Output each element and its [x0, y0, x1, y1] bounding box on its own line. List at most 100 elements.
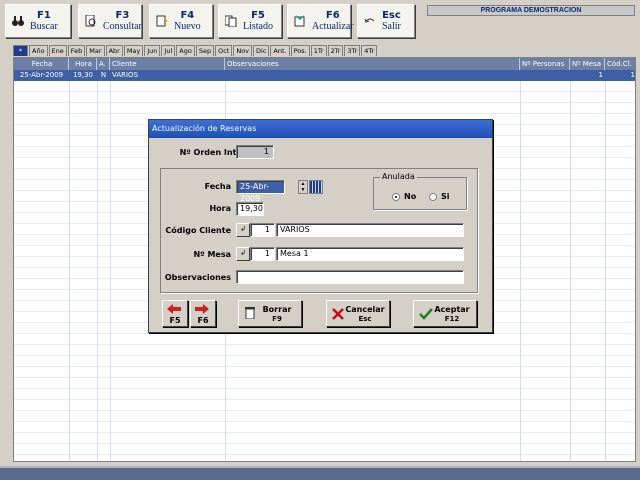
- observaciones-label: Observaciones: [164, 273, 231, 282]
- cell-cliente: VARIOS: [112, 71, 139, 79]
- previous-button[interactable]: F5: [162, 300, 188, 327]
- grid-divider: [110, 70, 111, 461]
- buscar-label: Buscar: [30, 21, 58, 32]
- anulada-si-label: Si: [441, 192, 450, 201]
- cell-personas: [520, 70, 570, 81]
- buscar-key: F1: [36, 10, 51, 21]
- aceptar-key: F12: [444, 315, 460, 323]
- anulada-no-radio[interactable]: No: [392, 192, 416, 201]
- tab-oct[interactable]: Oct: [215, 45, 233, 56]
- actualizar-label: Actualizar: [312, 21, 354, 32]
- cell-cod-cliente: 1: [630, 71, 635, 79]
- col-hora[interactable]: Hora: [69, 58, 97, 70]
- consultar-button[interactable]: F3 Consultar: [78, 4, 142, 38]
- fecha-spinner[interactable]: ▲ ▼: [298, 180, 308, 194]
- tab-all[interactable]: *: [13, 45, 28, 56]
- cancelar-button[interactable]: Cancelar Esc: [326, 300, 390, 327]
- nuevo-key: F4: [180, 10, 195, 21]
- cliente-lookup-icon[interactable]: ↲: [236, 223, 250, 237]
- consultar-key: F3: [115, 10, 130, 21]
- tab-ago[interactable]: Ago: [176, 45, 195, 56]
- anulada-group: Anulada No Si: [373, 172, 467, 210]
- col-anulada[interactable]: A.: [97, 58, 110, 70]
- tab-2tr[interactable]: 2Tr: [327, 45, 344, 56]
- grid-divider: [97, 70, 98, 461]
- arrow-left-icon: [167, 304, 181, 314]
- next-button[interactable]: F6: [190, 300, 216, 327]
- grid-divider: [69, 70, 70, 461]
- fecha-field[interactable]: 25-Abr-2009: [236, 180, 285, 203]
- col-cod-cliente[interactable]: Cód.Cl.: [605, 58, 635, 70]
- anulada-label: Anulada: [380, 172, 417, 181]
- arrow-right-icon: [195, 304, 209, 314]
- list-icon: [224, 15, 237, 28]
- table-row[interactable]: 25-Abr-2009 19,30 N VARIOS 1 1: [14, 70, 635, 81]
- tab-3tr[interactable]: 3Tr: [344, 45, 361, 56]
- tab-abr[interactable]: Abr: [105, 45, 123, 56]
- consultar-label: Consultar: [103, 21, 142, 32]
- cliente-code-field[interactable]: 1: [250, 223, 275, 237]
- mesa-lookup-icon[interactable]: ↲: [236, 247, 250, 261]
- mesa-name-field: Mesa 1: [276, 247, 464, 261]
- tab-pos[interactable]: Pos.: [290, 45, 310, 56]
- tab-sep[interactable]: Sep: [195, 45, 215, 56]
- orden-field: 1: [236, 145, 274, 159]
- document-search-icon: [85, 14, 97, 27]
- mesa-code-field[interactable]: 1: [250, 247, 275, 261]
- program-title: PROGRAMA DEMOSTRACION: [427, 5, 635, 16]
- cell-hora: 19,30: [72, 71, 94, 79]
- cancelar-key: Esc: [358, 315, 372, 323]
- next-key: F6: [197, 316, 209, 325]
- dialog-title: Actualización de Reservas: [149, 120, 492, 138]
- tab-mar[interactable]: Mar: [86, 45, 105, 56]
- mesa-label: Nº Mesa: [193, 250, 231, 259]
- tab-may[interactable]: May: [123, 45, 144, 56]
- cancelar-label: Cancelar: [345, 305, 385, 314]
- spin-down-icon[interactable]: ▼: [299, 187, 307, 193]
- actualizar-button[interactable]: F6 Actualizar: [287, 4, 354, 38]
- hora-label: Hora: [209, 204, 231, 213]
- reservation-dialog: Actualización de Reservas Nº Orden Inter…: [148, 119, 493, 333]
- status-strip: [0, 466, 640, 480]
- cliente-name-field: VARIOS: [276, 223, 464, 237]
- tab-ene[interactable]: Ene: [48, 45, 67, 56]
- tab-nov[interactable]: Nov: [233, 45, 253, 56]
- tab-year[interactable]: Año: [29, 45, 48, 56]
- calendar-icon[interactable]: [309, 180, 323, 194]
- grid-header: Fecha Hora A. Cliente Observaciones Nº P…: [14, 58, 635, 70]
- tab-ant[interactable]: Ant.: [270, 45, 290, 56]
- col-fecha[interactable]: Fecha: [14, 58, 69, 70]
- fecha-label: Fecha: [204, 182, 231, 191]
- grid-divider: [570, 70, 571, 461]
- update-icon: [294, 15, 306, 27]
- listado-button[interactable]: F5 Listado: [218, 4, 282, 38]
- col-observaciones[interactable]: Observaciones: [225, 58, 520, 70]
- buscar-button[interactable]: F1 Buscar: [5, 4, 71, 38]
- hora-field[interactable]: 19,30: [236, 202, 264, 216]
- tab-feb[interactable]: Feb: [67, 45, 86, 56]
- observaciones-field[interactable]: [236, 270, 464, 284]
- nuevo-button[interactable]: F4 Nuevo: [149, 4, 213, 38]
- salir-button[interactable]: Esc Salir: [357, 4, 415, 38]
- cell-observaciones: [225, 70, 520, 81]
- dialog-button-bar: F5 F6 Borrar F9 Cancelar Esc Aceptar F12: [160, 300, 478, 328]
- tab-1tr[interactable]: 1Tr: [310, 45, 327, 56]
- tab-jun[interactable]: Jun: [144, 45, 161, 56]
- col-personas[interactable]: Nº Personas: [520, 58, 570, 70]
- new-document-icon: [156, 15, 168, 27]
- tab-4tr[interactable]: 4Tr: [361, 45, 378, 56]
- tab-jul[interactable]: Jul: [161, 45, 176, 56]
- tab-dic[interactable]: Dic: [253, 45, 270, 56]
- anulada-no-label: No: [404, 192, 417, 201]
- toolbar: F1 Buscar F3 Consultar F4 Nuevo F5 Listado F…: [0, 0, 640, 44]
- col-mesa[interactable]: Nº Mesa: [570, 58, 605, 70]
- borrar-button[interactable]: Borrar F9: [238, 300, 302, 327]
- aceptar-button[interactable]: Aceptar F12: [413, 300, 477, 327]
- col-cliente[interactable]: Cliente: [110, 58, 225, 70]
- borrar-label: Borrar: [262, 305, 292, 314]
- borrar-key: F9: [272, 315, 282, 323]
- actualizar-key: F6: [325, 10, 340, 21]
- listado-label: Listado: [243, 21, 273, 32]
- anulada-si-radio[interactable]: Si: [429, 192, 450, 201]
- cliente-label: Código Cliente: [165, 226, 231, 235]
